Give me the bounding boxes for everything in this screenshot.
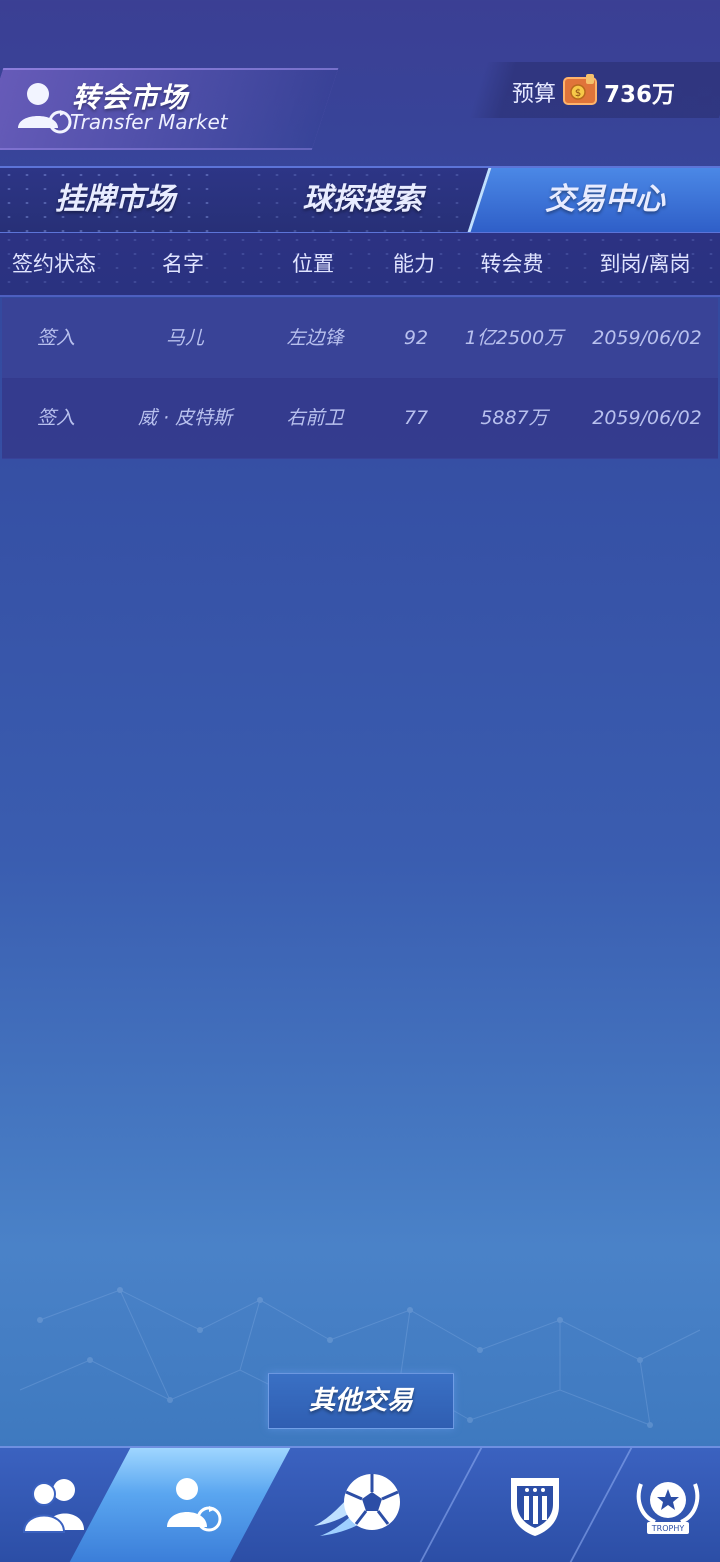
transfer-icon: [167, 1478, 222, 1532]
page-subtitle: Transfer Market: [70, 110, 228, 134]
table-row[interactable]: 签入 马儿 左边锋 92 1亿2500万 2059/06/02: [2, 298, 718, 379]
cell-name: 威 · 皮特斯: [137, 407, 233, 429]
svg-text:$: $: [575, 88, 581, 99]
nav-transfer[interactable]: [140, 1448, 250, 1562]
transfer-icon: [18, 83, 72, 134]
match-ball-icon: [314, 1474, 400, 1536]
cell-position: 右前卫: [286, 407, 344, 429]
column-header-date: 到岗/离岗: [599, 252, 691, 276]
cell-ability: 77: [403, 407, 429, 429]
club-crest-icon: [511, 1478, 559, 1536]
cell-date: 2059/06/02: [592, 327, 702, 349]
nav-club[interactable]: [480, 1448, 590, 1562]
cell-fee: 1亿2500万: [464, 327, 564, 349]
cell-status: 签入: [36, 327, 75, 349]
table-row[interactable]: 签入 威 · 皮特斯 右前卫 77 5887万 2059/06/02: [2, 378, 718, 459]
column-header-status: 签约状态: [12, 252, 96, 276]
trophy-badge-text: TROPHY: [650, 1524, 684, 1533]
nav-match[interactable]: [305, 1448, 415, 1562]
trophy-icon: TROPHY: [636, 1482, 699, 1534]
bottom-nav: TROPHY: [0, 1446, 720, 1562]
cell-status: 签入: [36, 407, 75, 429]
budget-label: 预算: [512, 82, 557, 107]
table-header: 签约状态 名字 位置 能力 转会费 到岗/离岗: [0, 233, 720, 297]
cell-name: 马儿: [165, 327, 204, 349]
tab-scout-search[interactable]: 球探搜索: [265, 168, 460, 232]
other-trades-button[interactable]: 其他交易: [268, 1373, 454, 1429]
cell-position: 左边锋: [286, 327, 344, 349]
tab-trade-center[interactable]: 交易中心: [480, 168, 720, 232]
nav-divider: [419, 1448, 483, 1562]
column-header-name: 名字: [162, 252, 204, 276]
column-header-fee: 转会费: [480, 252, 544, 276]
cell-date: 2059/06/02: [592, 407, 702, 429]
wallet-icon: $: [563, 74, 597, 105]
tab-bar: 挂牌市场 球探搜索 交易中心: [0, 166, 720, 234]
cell-fee: 5887万: [480, 407, 548, 429]
nav-trophy[interactable]: TROPHY: [615, 1448, 720, 1562]
tab-listing-market[interactable]: 挂牌市场: [20, 168, 210, 232]
squad-icon: [22, 1479, 84, 1533]
nav-squad[interactable]: [0, 1448, 110, 1562]
cell-ability: 92: [403, 327, 429, 349]
column-header-position: 位置: [292, 252, 334, 276]
column-header-ability: 能力: [393, 252, 435, 276]
budget-value: 736万: [604, 82, 676, 108]
